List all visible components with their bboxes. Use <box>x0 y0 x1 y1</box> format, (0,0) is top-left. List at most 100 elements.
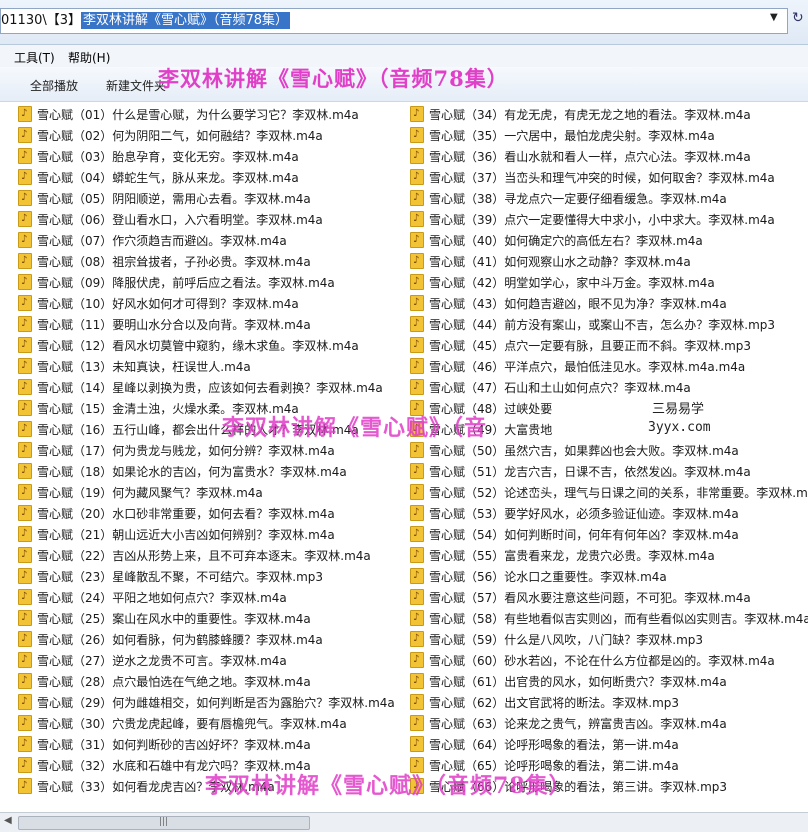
file-item[interactable]: 雪心赋（64）论呼形喝象的看法，第一讲.m4a <box>410 733 679 756</box>
audio-file-icon <box>18 523 32 544</box>
file-item[interactable]: 雪心赋（58）有些地看似吉实则凶，而有些看似凶实则吉。李双林.m4a <box>410 607 808 630</box>
file-item[interactable]: 雪心赋（31）如何判断砂的吉凶好坏？李双林.m4a <box>18 733 311 756</box>
file-name: 雪心赋（14）星峰以剥换为贵，应该如何去看剥换？李双林.m4a <box>37 381 383 395</box>
file-item[interactable]: 雪心赋（53）要学好风水，必须多验证仙迹。李双林.m4a <box>410 502 739 525</box>
file-item[interactable]: 雪心赋（44）前方没有案山，或案山不吉，怎么办？李双林.mp3 <box>410 313 775 336</box>
file-item[interactable]: 雪心赋（36）看山水就和看人一样，点穴心法。李双林.m4a <box>410 145 751 168</box>
audio-file-icon <box>18 544 32 565</box>
file-item[interactable]: 雪心赋（25）案山在风水中的重要性。李双林.m4a <box>18 607 311 630</box>
file-item[interactable]: 雪心赋（21）朝山远近大小吉凶如何辨别？李双林.m4a <box>18 523 335 546</box>
file-item[interactable]: 雪心赋（11）要明山水分合以及向背。李双林.m4a <box>18 313 311 336</box>
file-item[interactable]: 雪心赋（38）寻龙点穴一定要仔细看缓急。李双林.m4a <box>410 187 727 210</box>
scroll-left-icon[interactable]: ◀ <box>4 815 12 826</box>
audio-file-icon <box>18 439 32 460</box>
file-item[interactable]: 雪心赋（08）祖宗耸拔者，子孙必贵。李双林.m4a <box>18 250 311 273</box>
file-item[interactable]: 雪心赋（35）一穴居中，最怕龙虎尖射。李双林.m4a <box>410 124 715 147</box>
file-item[interactable]: 雪心赋（17）何为贵龙与贱龙，如何分辨？李双林.m4a <box>18 439 335 462</box>
file-item[interactable]: 雪心赋（05）阴阳顺逆，需用心去看。李双林.m4a <box>18 187 311 210</box>
file-item[interactable]: 雪心赋（39）点穴一定要懂得大中求小，小中求大。李双林.m4a <box>410 208 775 231</box>
menu-tools[interactable]: 工具(T) <box>14 49 55 66</box>
file-item[interactable]: 雪心赋（10）好风水如何才可得到？李双林.m4a <box>18 292 299 315</box>
audio-file-icon <box>18 628 32 649</box>
audio-file-icon <box>18 607 32 628</box>
audio-file-icon <box>410 607 424 628</box>
audio-file-icon <box>18 649 32 670</box>
file-item[interactable]: 雪心赋（30）穴贵龙虎起峰，要有唇檐兜气。李双林.m4a <box>18 712 347 735</box>
file-item[interactable]: 雪心赋（50）虽然穴吉，如果葬凶也会大败。李双林.m4a <box>410 439 739 462</box>
file-item[interactable]: 雪心赋（45）点穴一定要有脉，且要正而不斜。李双林.mp3 <box>410 334 751 357</box>
file-item[interactable]: 雪心赋（41）如何观察山水之动静？李双林.m4a <box>410 250 691 273</box>
file-item[interactable]: 雪心赋（60）砂水若凶，不论在什么方位都是凶的。李双林.m4a <box>410 649 775 672</box>
audio-file-icon <box>410 733 424 754</box>
file-item[interactable]: 雪心赋（23）星峰散乱不聚，不可结穴。李双林.mp3 <box>18 565 323 588</box>
file-name: 雪心赋（50）虽然穴吉，如果葬凶也会大败。李双林.m4a <box>429 444 739 458</box>
file-name: 雪心赋（29）何为雌雄相交，如何判断是否为露胎穴？李双林.m4a <box>37 696 395 710</box>
file-item[interactable]: 雪心赋（03）胎息孕育，变化无穷。李双林.m4a <box>18 145 299 168</box>
file-name: 雪心赋（39）点穴一定要懂得大中求小，小中求大。李双林.m4a <box>429 213 775 227</box>
file-item[interactable]: 雪心赋（09）降服伏虎，前呼后应之看法。李双林.m4a <box>18 271 335 294</box>
file-name: 雪心赋（13）未知真诀，枉误世人.m4a <box>37 360 251 374</box>
file-item[interactable]: 雪心赋（51）龙吉穴吉，日课不吉，依然发凶。李双林.m4a <box>410 460 751 483</box>
file-name: 雪心赋（41）如何观察山水之动静？李双林.m4a <box>429 255 691 269</box>
chevron-down-icon[interactable]: ▼ <box>770 12 778 23</box>
file-item[interactable]: 雪心赋（20）水口砂非常重要，如何去看？李双林.m4a <box>18 502 335 525</box>
file-name: 雪心赋（21）朝山远近大小吉凶如何辨别？李双林.m4a <box>37 528 335 542</box>
horizontal-scrollbar[interactable]: ◀ ||| <box>0 812 808 832</box>
file-name: 雪心赋（25）案山在风水中的重要性。李双林.m4a <box>37 612 311 626</box>
new-folder-button[interactable]: 新建文件夹 <box>106 77 166 94</box>
file-item[interactable]: 雪心赋（12）看风水切莫管中窥豹，缘木求鱼。李双林.m4a <box>18 334 359 357</box>
audio-file-icon <box>410 313 424 334</box>
file-item[interactable]: 雪心赋（52）论述峦头，理气与日课之间的关系，非常重要。李双林.m4a <box>410 481 808 504</box>
file-name: 雪心赋（40）如何确定穴的高低左右？李双林.m4a <box>429 234 703 248</box>
audio-file-icon <box>410 523 424 544</box>
file-item[interactable]: 雪心赋（61）出官贵的风水，如何断贵穴？李双林.m4a <box>410 670 727 693</box>
file-name: 雪心赋（43）如何趋吉避凶，眼不见为净？李双林.m4a <box>429 297 727 311</box>
address-field[interactable]: 01130\【3】 李双林讲解《雪心赋》（音频78集） <box>0 8 788 34</box>
file-item[interactable]: 雪心赋（19）何为藏风聚气？李双林.m4a <box>18 481 263 504</box>
file-name: 雪心赋（22）吉凶从形势上来，且不可弃本逐末。李双林.m4a <box>37 549 371 563</box>
file-item[interactable]: 雪心赋（27）逆水之龙贵不可言。李双林.m4a <box>18 649 287 672</box>
file-item[interactable]: 雪心赋（01）什么是雪心赋，为什么要学习它？李双林.m4a <box>18 103 359 126</box>
file-name: 雪心赋（03）胎息孕育，变化无穷。李双林.m4a <box>37 150 299 164</box>
file-item[interactable]: 雪心赋（18）如果论水的吉凶，何为富贵水？李双林.m4a <box>18 460 347 483</box>
file-item[interactable]: 雪心赋（26）如何看脉，何为鹤膝蜂腰？李双林.m4a <box>18 628 323 651</box>
file-item[interactable]: 雪心赋（28）点穴最怕选在气绝之地。李双林.m4a <box>18 670 311 693</box>
file-item[interactable]: 雪心赋（37）当峦头和理气冲突的时候，如何取舍？李双林.m4a <box>410 166 775 189</box>
file-item[interactable]: 雪心赋（43）如何趋吉避凶，眼不见为净？李双林.m4a <box>410 292 727 315</box>
file-name: 雪心赋（51）龙吉穴吉，日课不吉，依然发凶。李双林.m4a <box>429 465 751 479</box>
file-item[interactable]: 雪心赋（57）看风水要注意这些问题，不可犯。李双林.m4a <box>410 586 751 609</box>
audio-file-icon <box>410 229 424 250</box>
audio-file-icon <box>18 565 32 586</box>
play-all-button[interactable]: 全部播放 <box>30 77 78 94</box>
file-name: 雪心赋（18）如果论水的吉凶，何为富贵水？李双林.m4a <box>37 465 347 479</box>
audio-file-icon <box>18 355 32 376</box>
file-name: 雪心赋（19）何为藏风聚气？李双林.m4a <box>37 486 263 500</box>
file-item[interactable]: 雪心赋（13）未知真诀，枉误世人.m4a <box>18 355 251 378</box>
file-item[interactable]: 雪心赋（54）如何判断时间，何年有何年凶？李双林.m4a <box>410 523 739 546</box>
file-item[interactable]: 雪心赋（42）明堂如学心，家中斗万金。李双林.m4a <box>410 271 715 294</box>
audio-file-icon <box>18 460 32 481</box>
audio-file-icon <box>410 670 424 691</box>
refresh-icon[interactable]: ↻ <box>792 10 804 26</box>
file-item[interactable]: 雪心赋（07）作穴须趋吉而避凶。李双林.m4a <box>18 229 287 252</box>
file-item[interactable]: 雪心赋（24）平阳之地如何点穴？李双林.m4a <box>18 586 287 609</box>
audio-file-icon <box>410 439 424 460</box>
scroll-thumb[interactable]: ||| <box>18 816 310 830</box>
file-item[interactable]: 雪心赋（02）何为阴阳二气，如何融结？李双林.m4a <box>18 124 323 147</box>
menu-help[interactable]: 帮助(H) <box>68 49 110 66</box>
file-item[interactable]: 雪心赋（46）平洋点穴，最怕低洼见水。李双林.m4a.m4a <box>410 355 745 378</box>
file-item[interactable]: 雪心赋（59）什么是八风吹，八门缺？李双林.mp3 <box>410 628 703 651</box>
file-item[interactable]: 雪心赋（56）论水口之重要性。李双林.m4a <box>410 565 667 588</box>
file-item[interactable]: 雪心赋（06）登山看水口，入穴看明堂。李双林.m4a <box>18 208 323 231</box>
file-item[interactable]: 雪心赋（29）何为雌雄相交，如何判断是否为露胎穴？李双林.m4a <box>18 691 395 714</box>
audio-file-icon <box>18 502 32 523</box>
file-item[interactable]: 雪心赋（55）富贵看来龙，龙贵穴必贵。李双林.m4a <box>410 544 715 567</box>
file-item[interactable]: 雪心赋（14）星峰以剥换为贵，应该如何去看剥换？李双林.m4a <box>18 376 383 399</box>
overlay-title-top: 李双林讲解《雪心赋》（音频78集） <box>158 66 509 91</box>
file-item[interactable]: 雪心赋（22）吉凶从形势上来，且不可弃本逐末。李双林.m4a <box>18 544 371 567</box>
file-item[interactable]: 雪心赋（40）如何确定穴的高低左右？李双林.m4a <box>410 229 703 252</box>
file-item[interactable]: 雪心赋（04）蟒蛇生气，脉从来龙。李双林.m4a <box>18 166 299 189</box>
file-item[interactable]: 雪心赋（62）出文官武将的断法。李双林.mp3 <box>410 691 679 714</box>
file-item[interactable]: 雪心赋（63）论来龙之贵气，辨富贵吉凶。李双林.m4a <box>410 712 727 735</box>
file-item[interactable]: 雪心赋（34）有龙无虎，有虎无龙之地的看法。李双林.m4a <box>410 103 751 126</box>
